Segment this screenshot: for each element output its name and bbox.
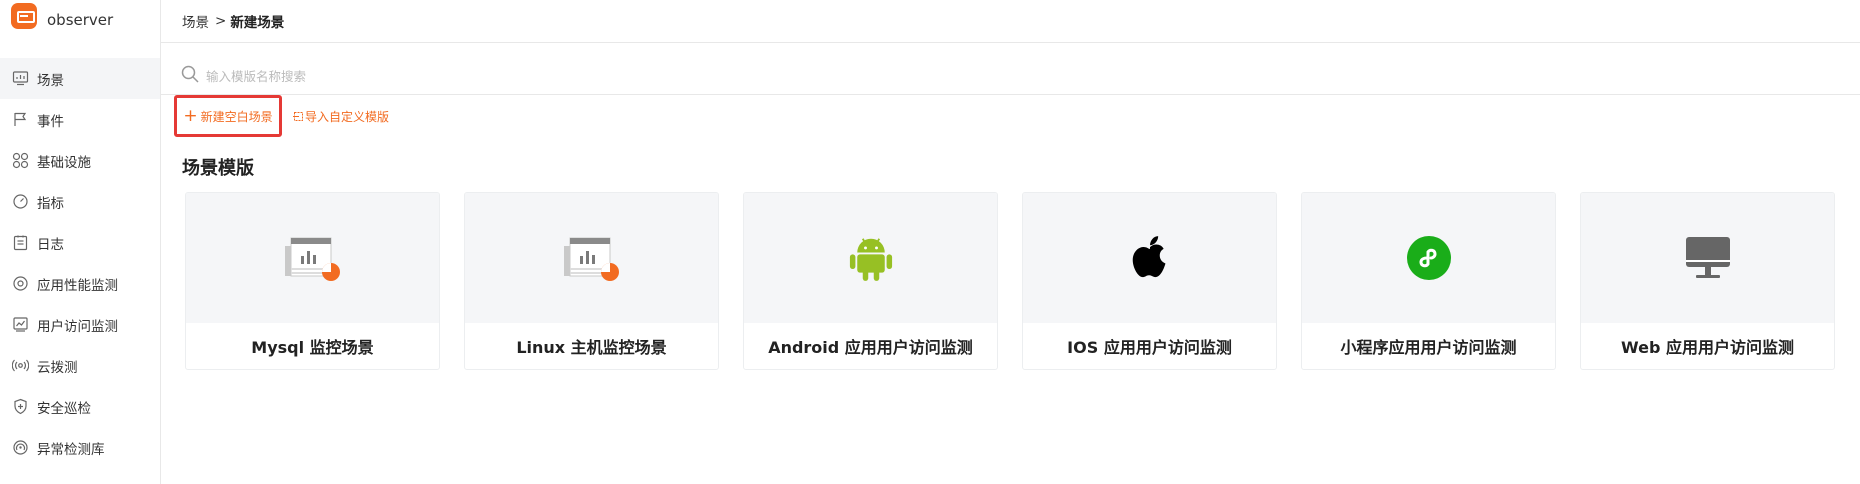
- card-label: Linux 主机监控场景: [516, 338, 667, 357]
- sidebar-item-label: 应用性能监测: [37, 277, 118, 294]
- search-bar: [161, 43, 1860, 95]
- chart-frame-icon: [12, 316, 29, 333]
- search-icon: [180, 64, 200, 84]
- sidebar-item-rum[interactable]: 用户访问监测: [0, 304, 160, 345]
- template-cards: Mysql 监控场景 Linux 主机监控场景 Android 应用用户访问监测…: [161, 192, 1860, 370]
- monitor-icon: [1685, 237, 1730, 278]
- card-media: [186, 193, 439, 323]
- card-label: Mysql 监控场景: [251, 338, 374, 357]
- card-media: [465, 193, 718, 323]
- main-content: 场景 > 新建场景 + 新建空白场景 导入自定义模版 场景模版: [161, 0, 1860, 484]
- template-card-linux[interactable]: Linux 主机监控场景: [464, 192, 719, 370]
- sidebar-item-infrastructure[interactable]: 基础设施: [0, 140, 160, 181]
- sidebar-item-label: 日志: [37, 236, 64, 253]
- search-input[interactable]: [206, 70, 606, 84]
- sidebar-item-label: 安全巡检: [37, 400, 91, 417]
- card-label: IOS 应用用户访问监测: [1067, 338, 1232, 357]
- sidebar-item-metrics[interactable]: 指标: [0, 181, 160, 222]
- sidebar-item-events[interactable]: 事件: [0, 99, 160, 140]
- report-chart-icon: [284, 237, 340, 281]
- sidebar-item-label: 指标: [37, 195, 64, 212]
- template-card-ios[interactable]: IOS 应用用户访问监测: [1022, 192, 1277, 370]
- brand[interactable]: observer: [0, 0, 160, 42]
- sidebar: observer 场景 事件 基础设施 指标 日志 应用性能监测 用户访问监测 …: [0, 0, 161, 484]
- radar-icon: [12, 439, 29, 456]
- mini-program-icon: [1406, 236, 1451, 280]
- section-title: 场景模版: [182, 158, 254, 179]
- import-template-label: 导入自定义模版: [305, 109, 390, 124]
- target-icon: [12, 275, 29, 292]
- brand-logo: [11, 3, 37, 29]
- brand-name: observer: [47, 11, 114, 29]
- gauge-icon: [12, 193, 29, 210]
- sidebar-item-label: 用户访问监测: [37, 318, 118, 335]
- sidebar-item-label: 事件: [37, 113, 64, 130]
- plus-icon: +: [183, 105, 198, 126]
- breadcrumb-separator: >: [215, 13, 227, 29]
- card-label: Android 应用用户访问监测: [768, 338, 973, 357]
- sidebar-item-dialtest[interactable]: 云拨测: [0, 345, 160, 386]
- app-root: observer 场景 事件 基础设施 指标 日志 应用性能监测 用户访问监测 …: [0, 0, 1860, 484]
- card-media: [1023, 193, 1276, 323]
- import-template-button[interactable]: 导入自定义模版: [293, 108, 389, 125]
- new-blank-scene-button[interactable]: + 新建空白场景: [174, 95, 282, 137]
- breadcrumb-current: 新建场景: [230, 15, 285, 31]
- sidebar-item-scenes[interactable]: 场景: [0, 58, 160, 99]
- sidebar-item-label: 基础设施: [37, 154, 91, 171]
- card-media: [1581, 193, 1834, 323]
- android-icon: [849, 238, 892, 281]
- sidebar-nav: 场景 事件 基础设施 指标 日志 应用性能监测 用户访问监测 云拨测 安全巡检 …: [0, 58, 160, 468]
- signal-icon: [12, 357, 29, 374]
- new-blank-scene-label: 新建空白场景: [200, 109, 273, 124]
- import-icon: [293, 111, 304, 122]
- action-bar: + 新建空白场景 导入自定义模版: [161, 95, 1860, 137]
- dashboard-icon: [12, 70, 29, 87]
- breadcrumb: 场景 > 新建场景: [161, 0, 1860, 43]
- sidebar-item-label: 云拨测: [37, 359, 78, 376]
- sidebar-item-label: 场景: [37, 72, 64, 89]
- flag-icon: [12, 111, 29, 128]
- sidebar-item-anomaly[interactable]: 异常检测库: [0, 427, 160, 468]
- grid-icon: [12, 152, 29, 169]
- card-label: Web 应用用户访问监测: [1621, 338, 1794, 357]
- shield-icon: [12, 398, 29, 415]
- sidebar-item-label: 异常检测库: [37, 441, 105, 458]
- template-card-android[interactable]: Android 应用用户访问监测: [743, 192, 998, 370]
- breadcrumb-parent[interactable]: 场景: [182, 11, 209, 31]
- template-card-mysql[interactable]: Mysql 监控场景: [185, 192, 440, 370]
- card-label: 小程序应用用户访问监测: [1340, 338, 1517, 357]
- template-card-web[interactable]: Web 应用用户访问监测: [1580, 192, 1835, 370]
- report-chart-icon: [563, 237, 619, 281]
- apple-icon: [1132, 236, 1165, 278]
- card-media: [1302, 193, 1555, 323]
- card-media: [744, 193, 997, 323]
- template-card-miniprogram[interactable]: 小程序应用用户访问监测: [1301, 192, 1556, 370]
- sidebar-item-security[interactable]: 安全巡检: [0, 386, 160, 427]
- sidebar-item-apm[interactable]: 应用性能监测: [0, 263, 160, 304]
- log-icon: [12, 234, 29, 251]
- sidebar-item-logs[interactable]: 日志: [0, 222, 160, 263]
